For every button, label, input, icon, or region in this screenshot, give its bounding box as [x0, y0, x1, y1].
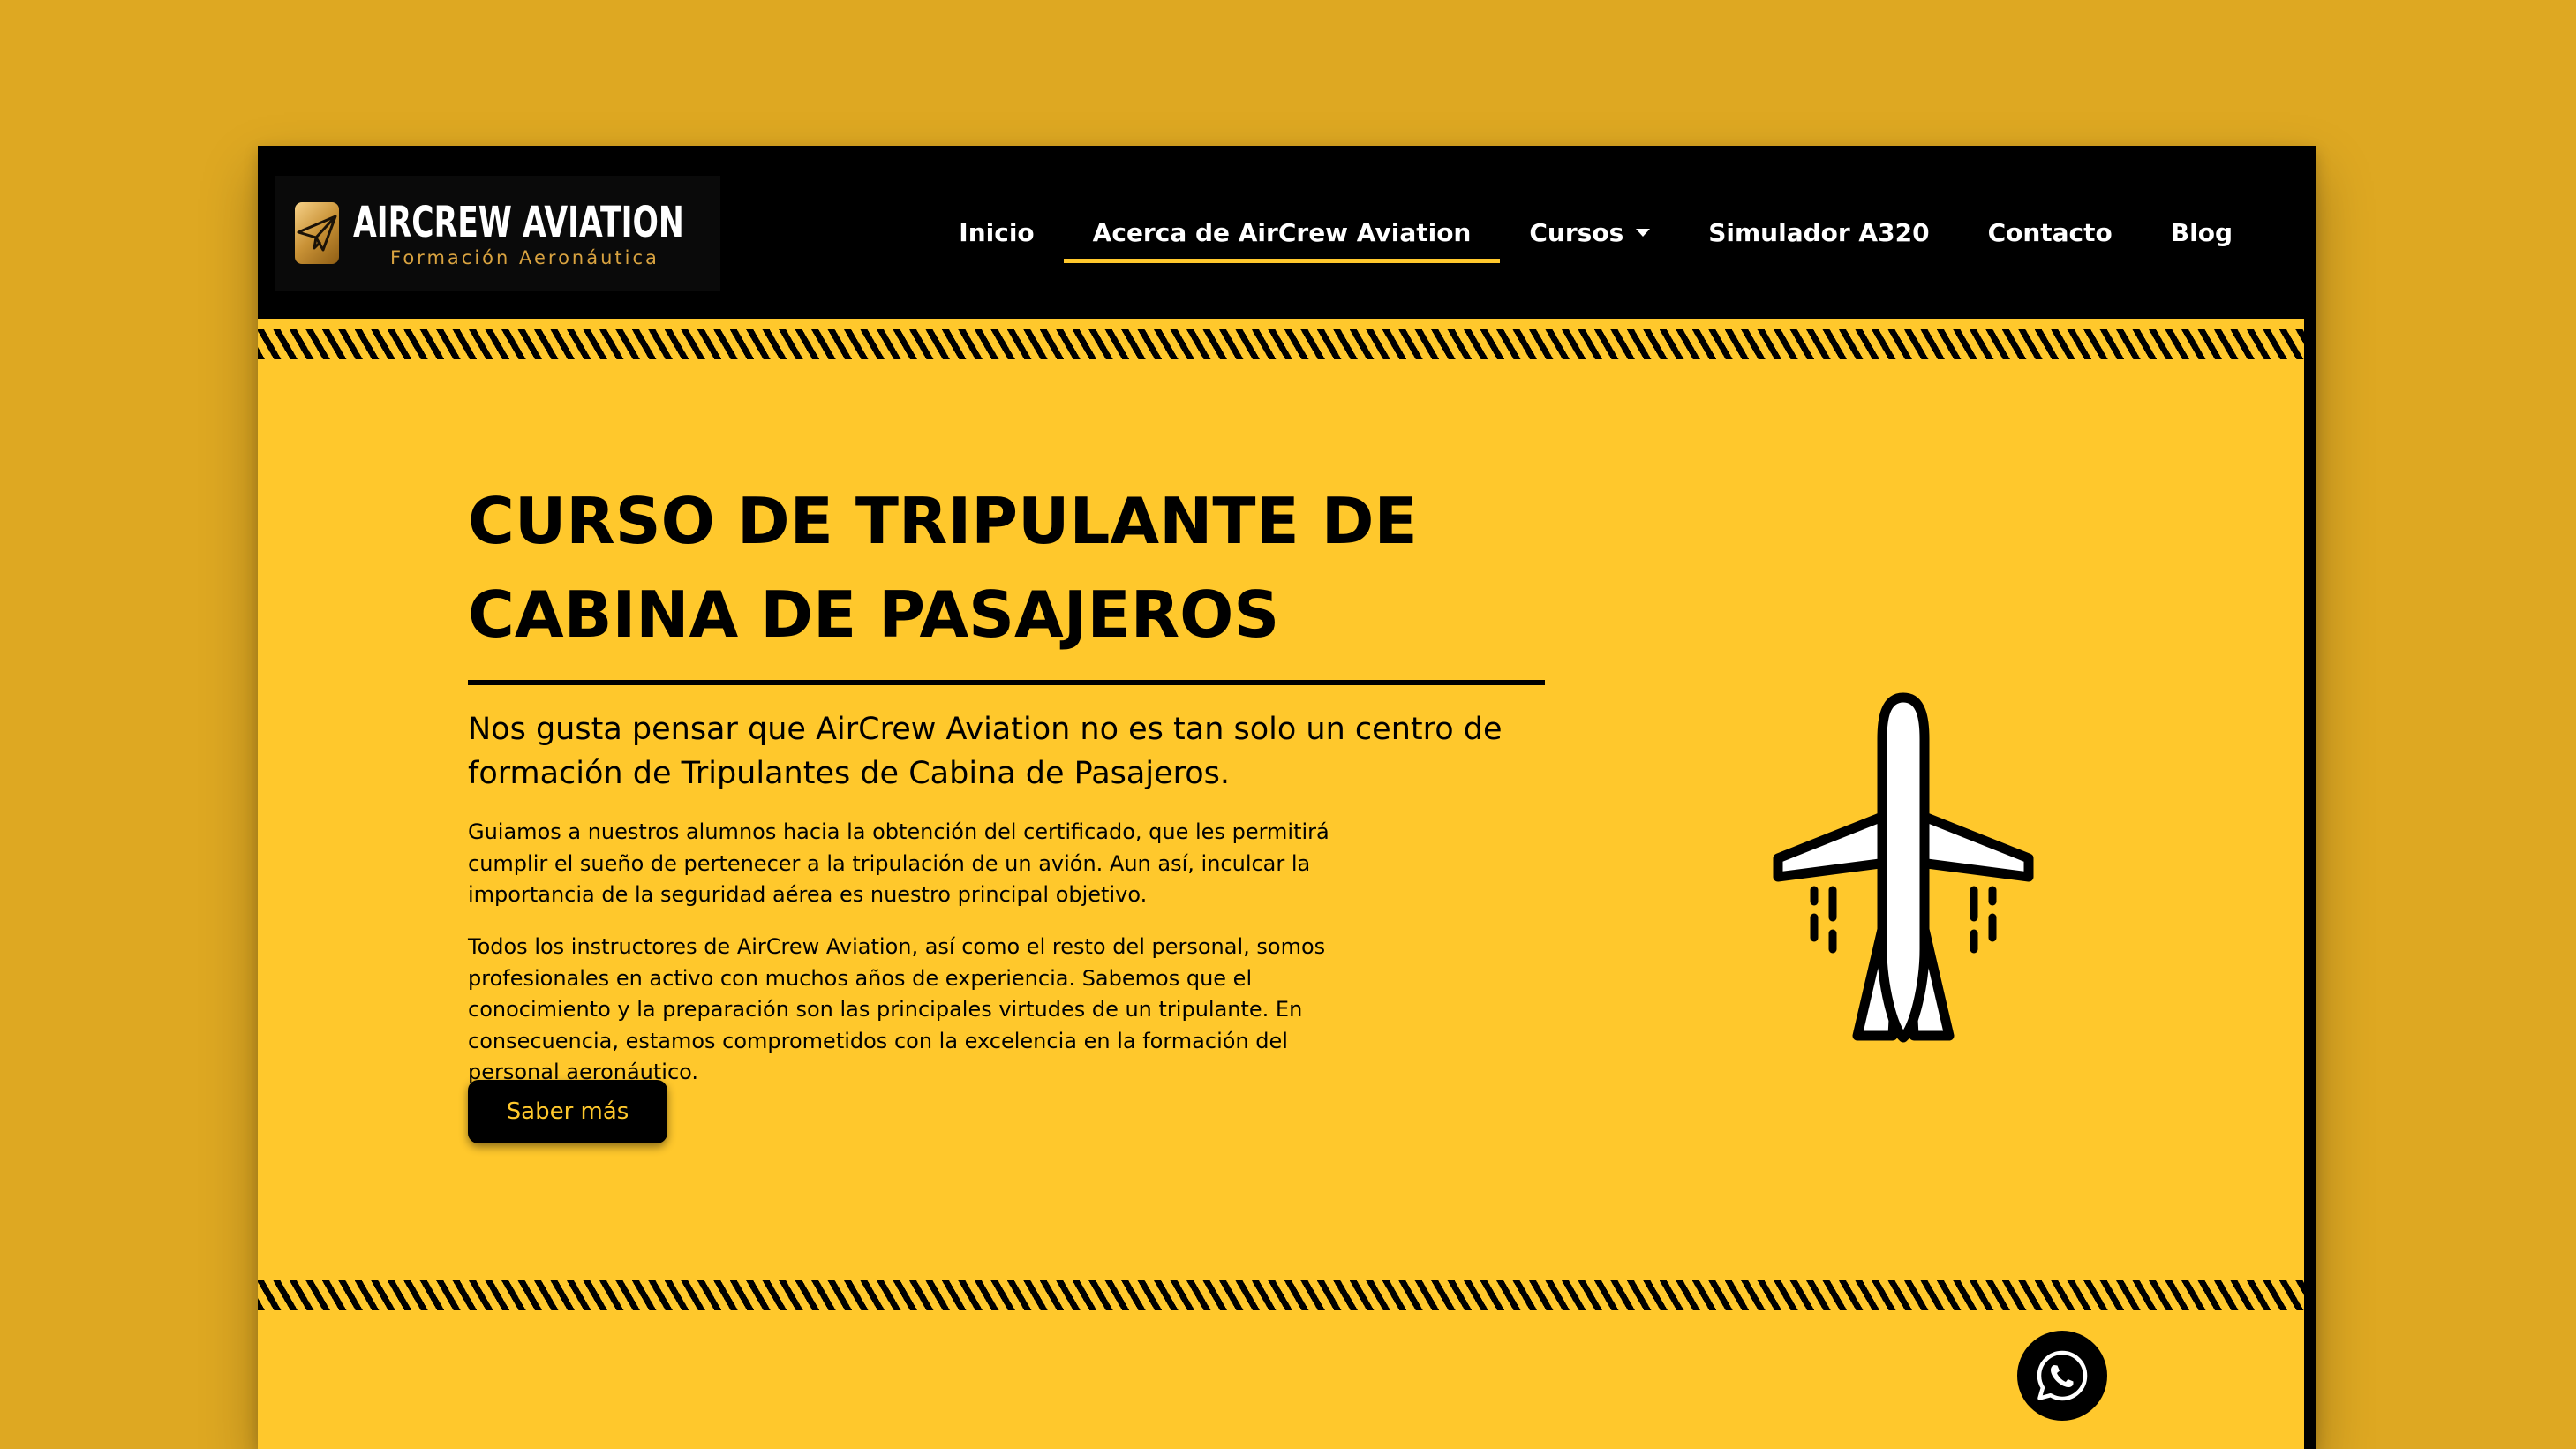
body-paragraph-2: Todos los instructores de AirCrew Aviati…	[468, 934, 1326, 1084]
page-title: CURSO DE TRIPULANTE DE CABINA DE PASAJER…	[468, 474, 1616, 661]
title-divider	[468, 680, 1545, 685]
nav-item-inicio[interactable]: Inicio	[930, 146, 1063, 319]
saber-mas-button[interactable]: Saber más	[468, 1080, 667, 1143]
hazard-stripe-top	[258, 329, 2316, 359]
site-header: AIRCREW AVIATION Formación Aeronáutica I…	[258, 146, 2316, 319]
nav-item-label: Contacto	[1987, 217, 2113, 247]
nav-item-label: Simulador A320	[1708, 217, 1930, 247]
nav-item-acerca[interactable]: Acerca de AirCrew Aviation	[1063, 146, 1501, 319]
whatsapp-button[interactable]	[2017, 1331, 2107, 1421]
whatsapp-icon	[2037, 1350, 2088, 1401]
nav-item-cursos[interactable]: Cursos	[1500, 146, 1679, 319]
window-edge	[2304, 146, 2316, 1449]
paper-plane-icon	[295, 202, 339, 264]
nav-item-label: Inicio	[959, 217, 1035, 247]
body-paragraph-1: Guiamos a nuestros alumnos hacia la obte…	[468, 819, 1329, 907]
lead-text: Nos gusta pensar que AirCrew Aviation no…	[468, 712, 1503, 791]
airplane-icon	[1771, 684, 2036, 1055]
nav-item-contacto[interactable]: Contacto	[1959, 146, 2142, 319]
nav-item-label: Cursos	[1529, 217, 1624, 247]
brand-name: AIRCREW AVIATION	[353, 198, 684, 247]
nav-item-simulador[interactable]: Simulador A320	[1679, 146, 1958, 319]
brand-tagline: Formación Aeronáutica	[390, 247, 659, 268]
logo-text: AIRCREW AVIATION Formación Aeronáutica	[353, 198, 813, 268]
main-nav: Inicio Acerca de AirCrew Aviation Cursos…	[930, 146, 2262, 319]
title-line-2: CABINA DE PASAJEROS	[468, 577, 1280, 652]
browser-window: AIRCREW AVIATION Formación Aeronáutica I…	[258, 146, 2316, 1449]
hazard-stripe-bottom	[258, 1280, 2316, 1310]
title-line-1: CURSO DE TRIPULANTE DE	[468, 484, 1418, 558]
site-logo[interactable]: AIRCREW AVIATION Formación Aeronáutica	[275, 176, 720, 291]
nav-item-label: Acerca de AirCrew Aviation	[1092, 217, 1472, 247]
caret-down-icon	[1636, 228, 1651, 237]
nav-item-label: Blog	[2170, 217, 2233, 247]
nav-item-blog[interactable]: Blog	[2142, 146, 2262, 319]
